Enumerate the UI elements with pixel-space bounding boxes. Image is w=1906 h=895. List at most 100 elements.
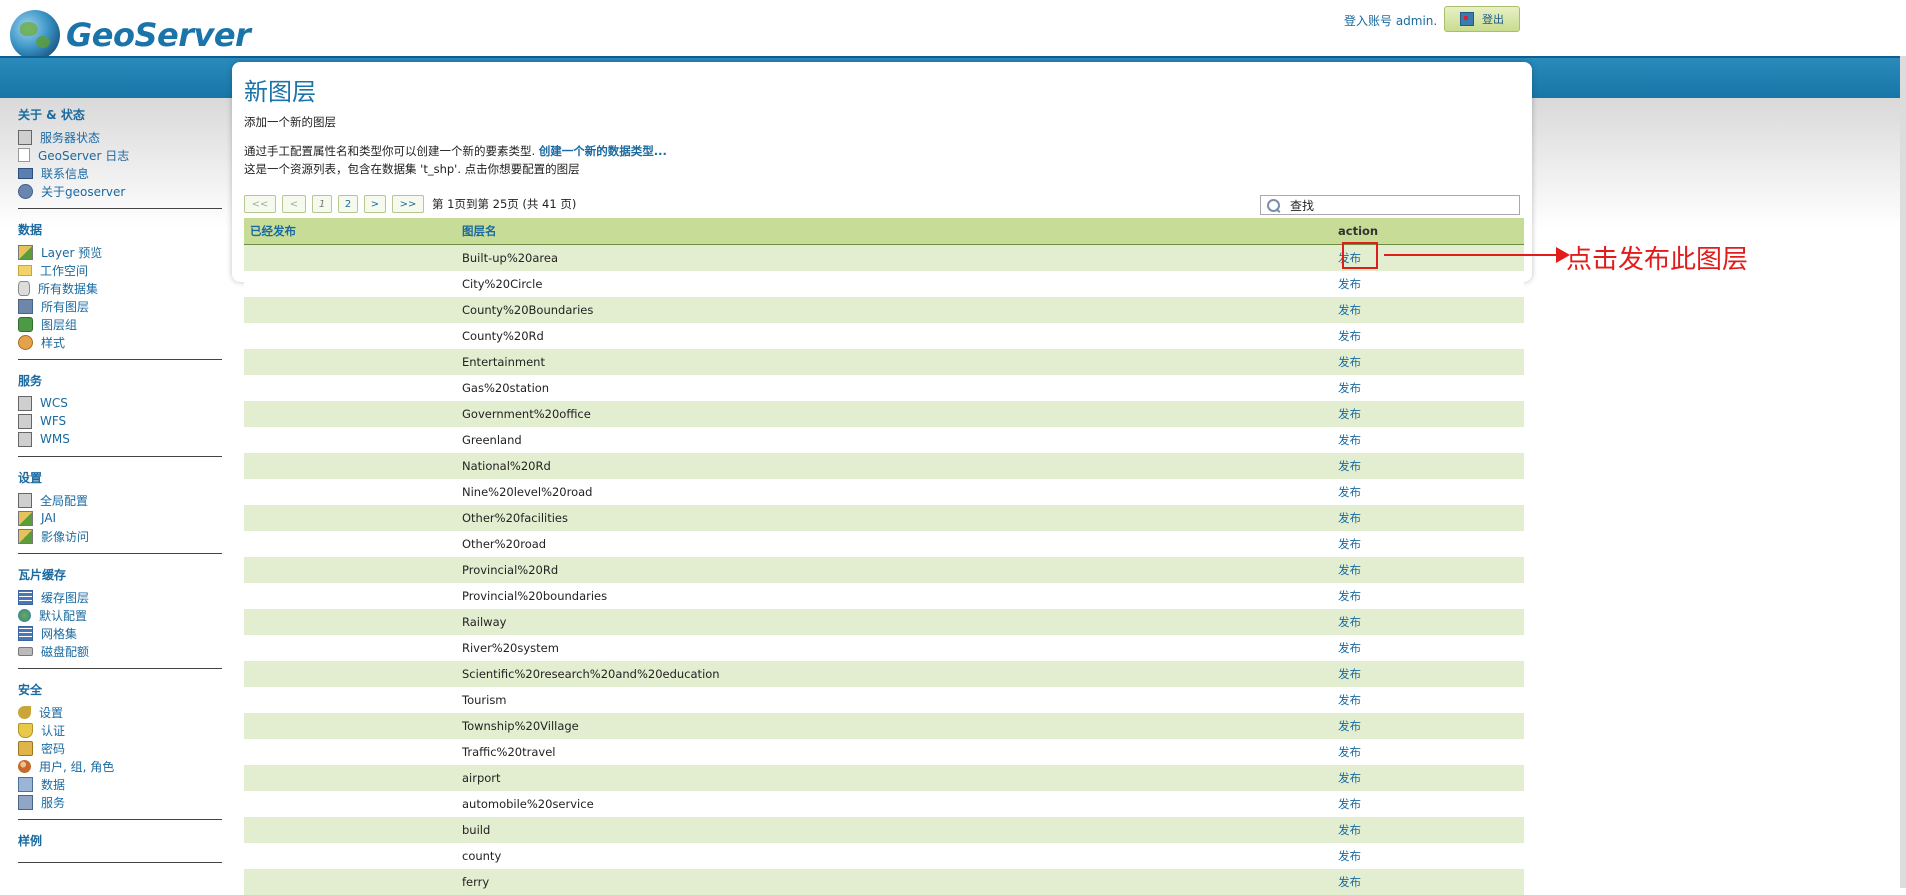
publish-link[interactable]: 发布 (1338, 381, 1361, 395)
sidebar-item[interactable]: 网格集 (18, 624, 222, 642)
annotation-arrow-line (1384, 254, 1558, 256)
sidebar-item[interactable]: 密码 (18, 739, 222, 757)
create-feature-type-link[interactable]: 创建一个新的数据类型... (539, 144, 667, 158)
sidebar-item[interactable]: Layer 预览 (18, 243, 222, 261)
table-row: build 发布 (244, 817, 1524, 843)
sidebar-item[interactable]: 设置 (18, 703, 222, 721)
sidebar-section-title[interactable]: 服务 (18, 370, 222, 394)
sidebar-item[interactable]: WCS (18, 394, 222, 412)
publish-link[interactable]: 发布 (1338, 589, 1361, 603)
layers-table: 已经发布 图层名 action Built-up%20area 发布 City%20… (244, 218, 1524, 895)
publish-link[interactable]: 发布 (1338, 693, 1361, 707)
publish-link[interactable]: 发布 (1338, 849, 1361, 863)
publish-link[interactable]: 发布 (1338, 433, 1361, 447)
last-page-button[interactable]: >> (392, 195, 424, 213)
pagination: << < 1 2 > >> 第 1页到第 25页 (共 41 页) (244, 195, 576, 213)
publish-link[interactable]: 发布 (1338, 355, 1361, 369)
sidebar-item[interactable]: 图层组 (18, 315, 222, 333)
sidebar-section-title[interactable]: 数据 (18, 219, 222, 243)
pagination-info: 第 1页到第 25页 (共 41 页) (432, 197, 577, 211)
sidebar-item[interactable]: 磁盘配额 (18, 642, 222, 660)
table-row: National%20Rd 发布 (244, 453, 1524, 479)
sidebar-section-title[interactable]: 样例 (18, 830, 222, 854)
sidebar-item[interactable]: 关于geoserver (18, 182, 222, 200)
action-cell: 发布 (1338, 406, 1524, 422)
layer-name-cell: build (462, 823, 491, 837)
action-cell: 发布 (1338, 432, 1524, 448)
publish-link[interactable]: 发布 (1338, 485, 1361, 499)
sidebar-item[interactable]: GeoServer 日志 (18, 146, 222, 164)
publish-link[interactable]: 发布 (1338, 407, 1361, 421)
disk-icon (18, 646, 33, 656)
sidebar-section-title[interactable]: 设置 (18, 467, 222, 491)
publish-link[interactable]: 发布 (1338, 329, 1361, 343)
server-icon (18, 413, 32, 429)
sidebar-item[interactable]: WFS (18, 412, 222, 430)
sidebar-item[interactable]: 联系信息 (18, 164, 222, 182)
logout-icon (1460, 12, 1474, 26)
publish-link[interactable]: 发布 (1338, 719, 1361, 733)
sidebar-section-title[interactable]: 安全 (18, 679, 222, 703)
sidebar-item[interactable]: 所有数据集 (18, 279, 222, 297)
publish-link[interactable]: 发布 (1338, 511, 1361, 525)
sidebar-section-title[interactable]: 关于 & 状态 (18, 104, 222, 128)
sidebar-item-label: 默认配置 (39, 608, 88, 623)
table-row: Nine%20level%20road 发布 (244, 479, 1524, 505)
publish-link[interactable]: 发布 (1338, 563, 1361, 577)
publish-link[interactable]: 发布 (1338, 459, 1361, 473)
sidebar-item-label: 影像访问 (41, 529, 90, 544)
page-2-button[interactable]: 2 (338, 195, 358, 213)
sidebar-item[interactable]: 缓存图层 (18, 588, 222, 606)
column-published[interactable]: 已经发布 (244, 223, 462, 239)
sidebar-item-label: 磁盘配额 (41, 644, 90, 659)
annotation-highlight-box (1342, 242, 1378, 269)
sidebar-item[interactable]: 服务器状态 (18, 128, 222, 146)
sidebar-item[interactable]: WMS (18, 430, 222, 448)
publish-link[interactable]: 发布 (1338, 875, 1361, 889)
table-row: Entertainment 发布 (244, 349, 1524, 375)
publish-link[interactable]: 发布 (1338, 771, 1361, 785)
first-page-button[interactable]: << (244, 195, 276, 213)
layer-name-cell: Tourism (462, 693, 507, 707)
sidebar-item[interactable]: 所有图层 (18, 297, 222, 315)
page-1-button[interactable]: 1 (312, 195, 332, 213)
table-row: Other%20road 发布 (244, 531, 1524, 557)
publish-link[interactable]: 发布 (1338, 641, 1361, 655)
layer-name-cell: Traffic%20travel (462, 745, 556, 759)
prev-page-button[interactable]: < (282, 195, 306, 213)
sidebar-item[interactable]: JAI (18, 509, 222, 527)
page-scrollbar[interactable] (1900, 56, 1906, 888)
sidebar-item-label: WCS (40, 396, 68, 410)
publish-link[interactable]: 发布 (1338, 537, 1361, 551)
geoserver-logo[interactable]: GeoServer (10, 10, 251, 60)
sidebar-item[interactable]: 服务 (18, 793, 222, 811)
layer-name-cell: Greenland (462, 433, 522, 447)
layer-name-cell: National%20Rd (462, 459, 551, 473)
publish-link[interactable]: 发布 (1338, 667, 1361, 681)
sidebar-item[interactable]: 全局配置 (18, 491, 222, 509)
sidebar-item[interactable]: 数据 (18, 775, 222, 793)
sidebar-item-label: 样式 (41, 335, 66, 350)
sidebar-item[interactable]: 工作空间 (18, 261, 222, 279)
search-input[interactable] (1288, 197, 1492, 213)
publish-link[interactable]: 发布 (1338, 615, 1361, 629)
sidebar-section: 瓦片缓存 缓存图层默认配置 网格集磁盘配额 (18, 564, 222, 669)
publish-link[interactable]: 发布 (1338, 745, 1361, 759)
layer-name-cell: automobile%20service (462, 797, 594, 811)
publish-link[interactable]: 发布 (1338, 303, 1361, 317)
page-title: 新图层 (244, 78, 316, 106)
sidebar-item[interactable]: 用户, 组, 角色 (18, 757, 222, 775)
publish-link[interactable]: 发布 (1338, 797, 1361, 811)
next-page-button[interactable]: > (364, 195, 386, 213)
sidebar-item[interactable]: 样式 (18, 333, 222, 351)
publish-link[interactable]: 发布 (1338, 277, 1361, 291)
sidebar-item[interactable]: 认证 (18, 721, 222, 739)
publish-link[interactable]: 发布 (1338, 823, 1361, 837)
layer-name-cell: ferry (462, 875, 490, 889)
search-box[interactable] (1260, 195, 1520, 215)
sidebar-item[interactable]: 默认配置 (18, 606, 222, 624)
sidebar-section-title[interactable]: 瓦片缓存 (18, 564, 222, 588)
sidebar-item[interactable]: 影像访问 (18, 527, 222, 545)
column-layer-name[interactable]: 图层名 (462, 223, 1338, 239)
logout-button[interactable]: 登出 (1444, 6, 1520, 32)
